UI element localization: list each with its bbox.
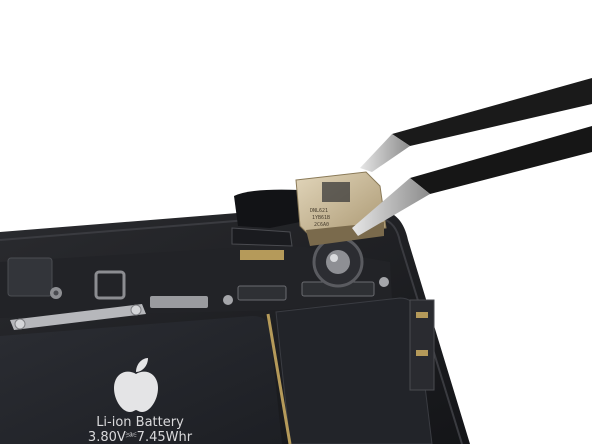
- gold-contacts: [416, 350, 428, 356]
- board-shield: [150, 296, 208, 308]
- camera-print-line1: DNL621: [310, 208, 328, 214]
- lens-highlight: [330, 254, 338, 262]
- camera-lens: [326, 250, 350, 274]
- screw: [223, 295, 233, 305]
- left-bracket: [7, 257, 53, 297]
- ribbon-cable: [234, 189, 300, 228]
- camera-print-line2: 1YB61B: [312, 215, 330, 221]
- battery-label-line2: 3.80V⎃7.45Whr: [88, 430, 193, 444]
- gold-contacts: [416, 312, 428, 318]
- camera-print-line3: 2C6A0: [314, 222, 329, 228]
- battery-right-cell: [275, 297, 433, 444]
- photo-canvas: DNL621 1YB61B 2C6A0 Li-ion Battery 3.80V…: [0, 0, 592, 444]
- screw: [14, 318, 26, 330]
- screw: [379, 277, 389, 287]
- battery-label-line1: Li-ion Battery: [96, 415, 184, 430]
- gold-contacts: [240, 250, 284, 260]
- screw: [130, 304, 142, 316]
- screw-head: [53, 290, 59, 296]
- data-matrix-code: [322, 182, 350, 202]
- board-connector: [237, 285, 287, 301]
- teardown-photo: DNL621 1YB61B 2C6A0 Li-ion Battery 3.80V…: [0, 0, 592, 444]
